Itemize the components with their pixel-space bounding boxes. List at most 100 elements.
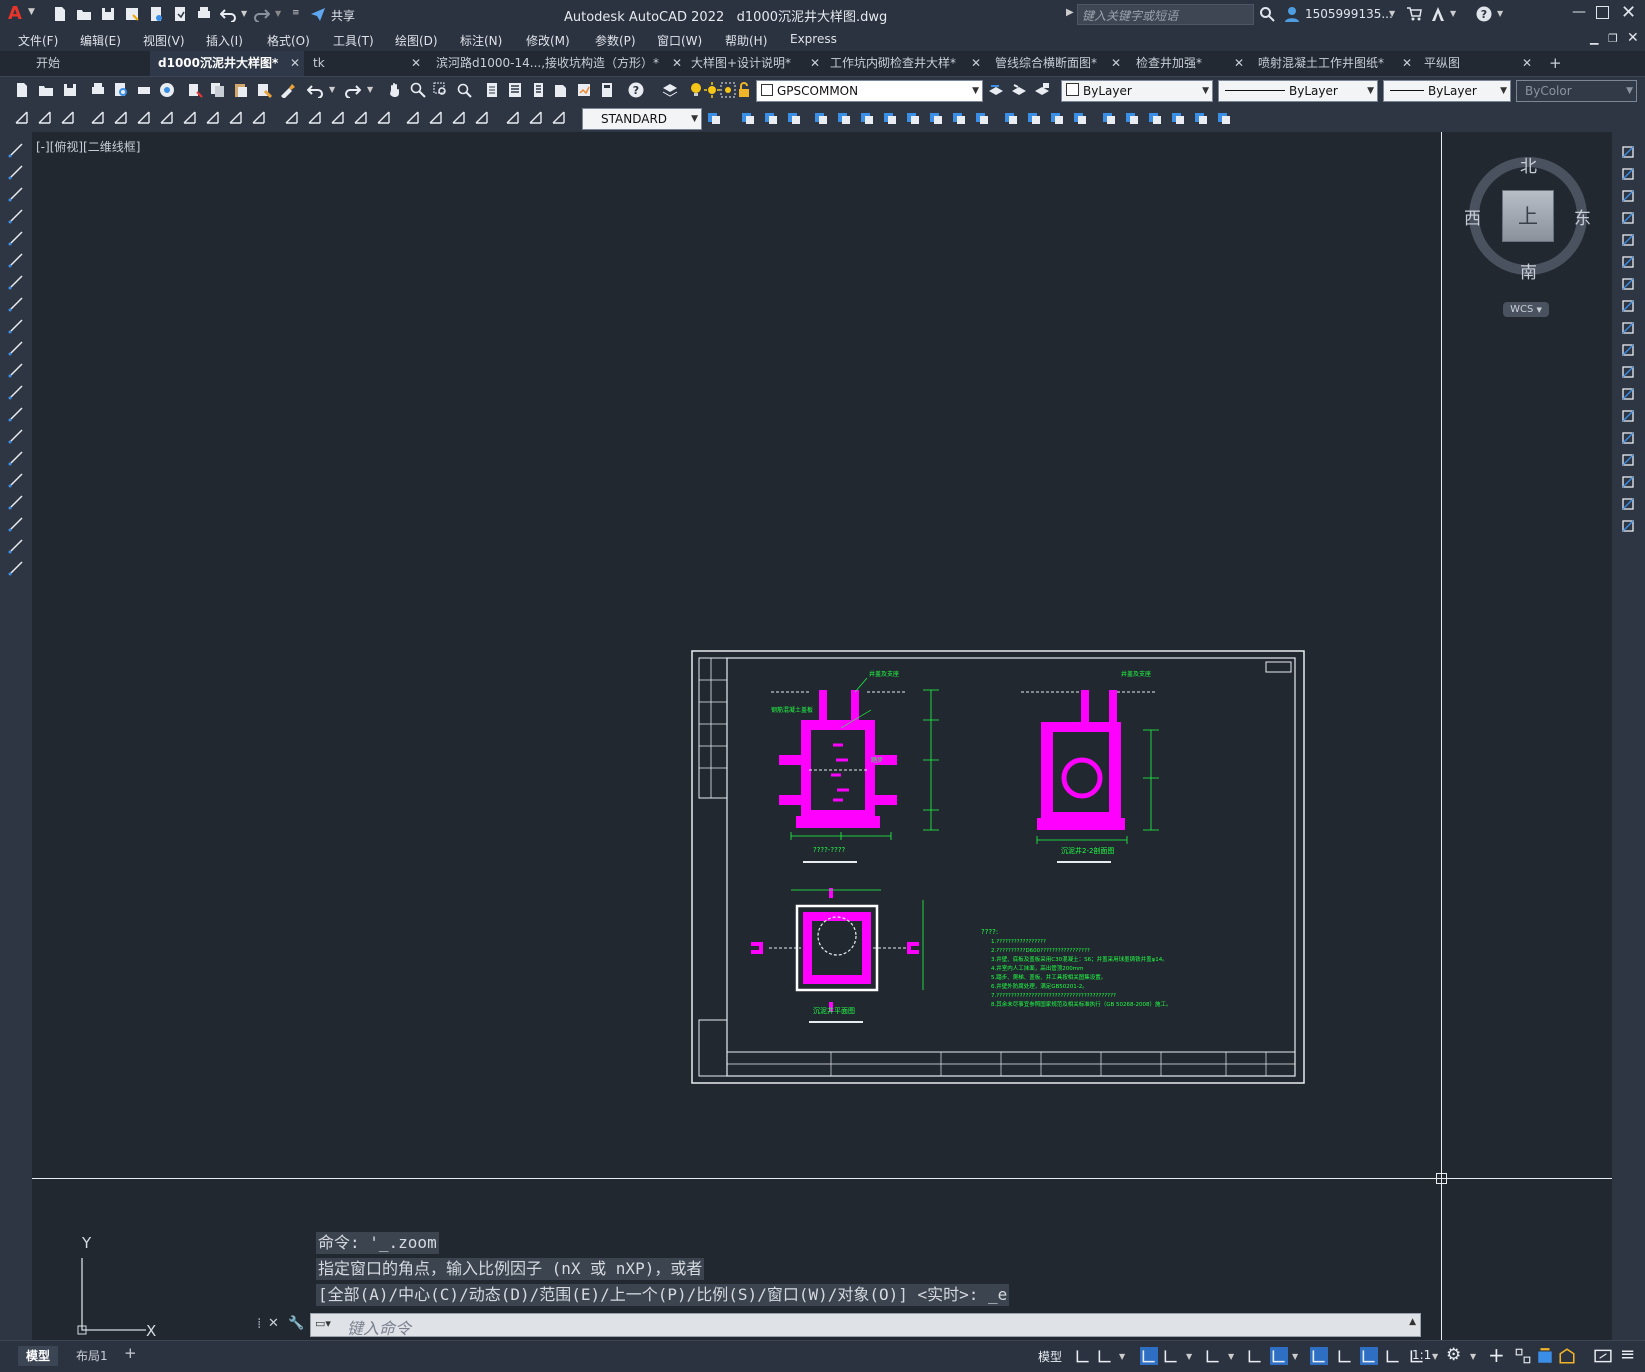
scale-icon[interactable] [905,110,921,126]
tab-close-icon[interactable]: ✕ [290,51,300,76]
auto-scale-icon[interactable] [1384,1347,1402,1365]
layout-tab-model[interactable]: 模型 [18,1346,59,1366]
viewcube-west[interactable]: 西 [1464,204,1481,229]
tab-close-icon[interactable]: ✕ [1234,51,1244,76]
dim-aligned-icon[interactable] [113,110,129,126]
annotation-visibility-icon[interactable] [1360,1347,1378,1365]
insert-block-icon[interactable] [8,384,24,400]
hatch-icon[interactable] [8,450,24,466]
break-icon[interactable] [1003,110,1019,126]
grid-icon[interactable] [1074,1347,1092,1365]
line-icon[interactable] [8,142,24,158]
command-prompt-icon[interactable]: ▭▾ [315,1317,331,1330]
trim-r-icon[interactable] [1620,342,1636,358]
blend-r-icon[interactable] [1620,496,1636,512]
search-input[interactable]: 键入关键字或短语 [1077,4,1254,25]
redo-dropdown-icon[interactable]: ▼ [275,9,281,18]
block-edit-icon[interactable] [37,110,53,126]
polygon-icon[interactable] [8,208,24,224]
tb-cut-icon[interactable] [187,82,203,98]
share-label[interactable]: 共享 [331,7,355,24]
circle-icon[interactable] [8,274,24,290]
clean-screen-icon[interactable] [1594,1347,1612,1365]
save-icon[interactable] [100,6,116,22]
viewcube-top-face[interactable]: 上 [1502,190,1554,242]
menu-express[interactable]: Express [790,32,837,46]
cart-icon[interactable] [1406,6,1422,22]
arc-icon[interactable] [8,252,24,268]
join-r-icon[interactable] [1620,430,1636,446]
tb-undo-dropdown-icon[interactable]: ▼ [329,85,335,94]
explode-icon[interactable] [1101,110,1117,126]
tab-close-icon[interactable]: ✕ [1522,51,1532,76]
tb-preview-icon[interactable] [113,82,129,98]
explode-r-icon[interactable] [1620,518,1636,534]
tb-new-icon[interactable] [14,82,30,98]
stretch-r-icon[interactable] [1620,320,1636,336]
ellipse-icon[interactable] [8,340,24,356]
menu-insert[interactable]: 插入(I) [206,32,243,49]
command-history-toggle-icon[interactable]: ▲ [1409,1317,1416,1327]
tab-pingzong[interactable]: 平纵图 ✕ [1416,51,1536,76]
lineweight-select[interactable]: ByLayer ▼ [1383,80,1511,102]
tb-zoom-previous-icon[interactable] [456,82,472,98]
maximize-icon[interactable] [1596,6,1609,19]
fillet-r-icon[interactable] [1620,474,1636,490]
region-icon[interactable] [1124,110,1140,126]
color-select[interactable]: ByLayer ▼ [1061,80,1213,102]
group-icon[interactable] [1170,110,1186,126]
polar-icon[interactable] [1162,1347,1180,1365]
isodraft-dropdown-icon[interactable]: ▼ [1228,1352,1234,1361]
menu-file[interactable]: 文件(F) [18,32,58,49]
command-line-grip-icon[interactable]: ⁞ [257,1316,261,1332]
table-icon[interactable] [8,516,24,532]
doc-close-icon[interactable]: ✕ [1627,30,1639,46]
redo-icon[interactable] [254,6,270,22]
tb-markup-icon[interactable] [576,82,592,98]
tb-layer-manager-icon[interactable] [662,82,678,98]
help-icon[interactable]: ? [1476,6,1492,22]
add-selected-icon[interactable] [8,560,24,576]
tab-tk[interactable]: tk ✕ [305,51,425,76]
tab-close-icon[interactable]: ✕ [411,51,421,76]
open-web-icon[interactable] [148,6,164,22]
revcloud-icon[interactable] [8,296,24,312]
tb-save-icon[interactable] [62,82,78,98]
menu-dimension[interactable]: 标注(N) [460,32,502,49]
rotate-r-icon[interactable] [1620,276,1636,292]
move-icon[interactable] [859,110,875,126]
tb-redo-dropdown-icon[interactable]: ▼ [367,85,373,94]
layer-on-bulb-icon[interactable] [688,82,704,98]
viewcube-south[interactable]: 南 [1520,258,1537,283]
dim-radius-icon[interactable] [182,110,198,126]
tb-publish-icon[interactable] [136,82,152,98]
tab-close-icon[interactable]: ✕ [1111,51,1121,76]
quick-properties-icon[interactable] [1536,1347,1554,1365]
doc-restore-icon[interactable]: ❐ [1608,32,1618,45]
menu-modify[interactable]: 修改(M) [526,32,570,49]
array-r-icon[interactable] [1620,232,1636,248]
transparency-icon[interactable] [1336,1347,1354,1365]
help-dropdown-icon[interactable]: ▼ [1497,9,1503,18]
workspace-gear-icon[interactable]: ⚙ [1446,1345,1461,1365]
dimstyle-manager-icon[interactable] [706,110,722,126]
units-icon[interactable] [1514,1347,1532,1365]
tab-guanxian[interactable]: 管线综合横断面图* ✕ [987,51,1125,76]
extend-r-icon[interactable] [1620,364,1636,380]
construction-line-icon[interactable] [8,164,24,180]
tb-toolpalette-icon[interactable] [530,82,546,98]
wcs-menu[interactable]: WCS ▼ [1503,302,1549,317]
annotation-monitor-icon[interactable]: + [1488,1343,1505,1367]
undo-dropdown-icon[interactable]: ▼ [241,9,247,18]
new-file-icon[interactable] [52,6,68,22]
tab-close-icon[interactable]: ✕ [1402,51,1412,76]
dim-text-edit-icon[interactable] [528,110,544,126]
dim-baseline-icon[interactable] [307,110,323,126]
mirror-r-icon[interactable] [1620,188,1636,204]
tb-zoom-window-icon[interactable] [433,82,449,98]
dim-jogged-icon[interactable] [205,110,221,126]
user-icon[interactable] [1284,6,1300,22]
dim-ordinate-icon[interactable] [159,110,175,126]
drawing-sheet[interactable]: 井盖及支座 钢筋混凝土盖板 踏步 井盖及支座 ????-???? 沉泥井2-2剖… [691,650,1305,1084]
tolerance-icon[interactable] [405,110,421,126]
